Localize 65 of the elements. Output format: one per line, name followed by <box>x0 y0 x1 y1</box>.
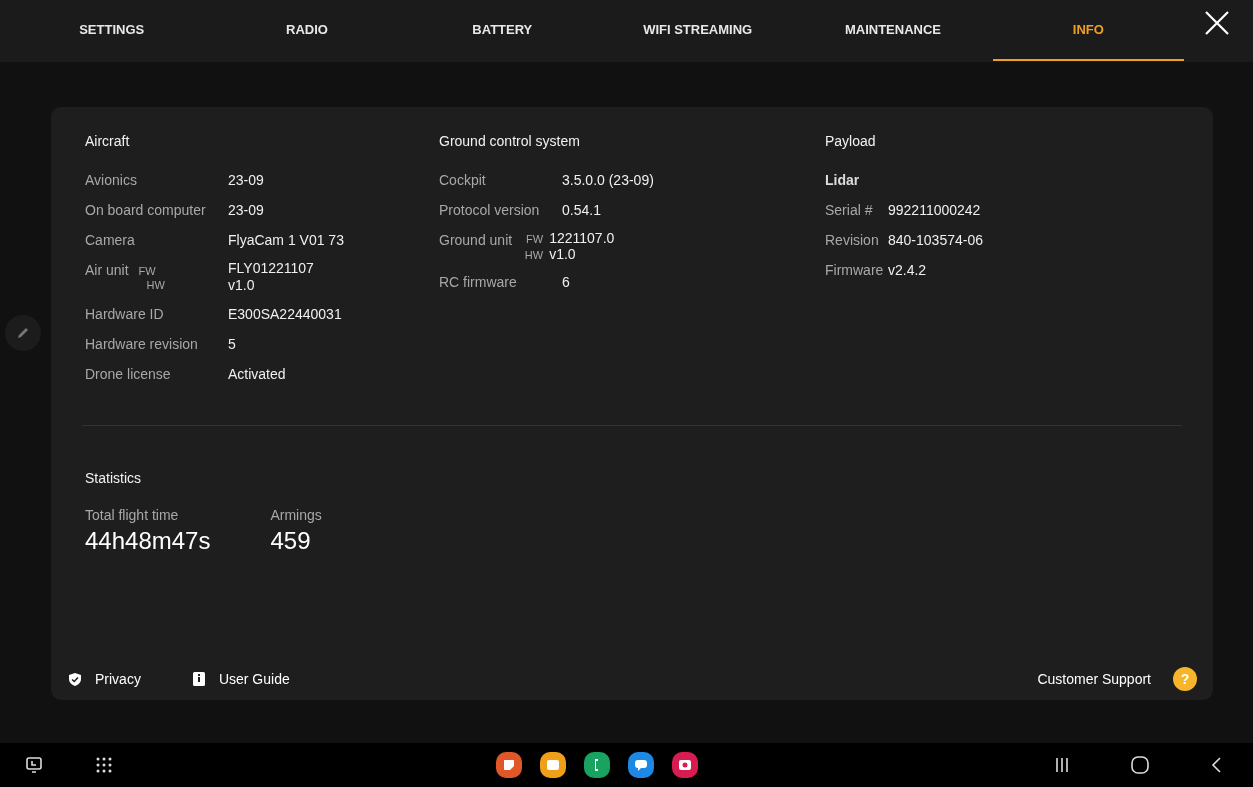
field-label: Protocol version <box>439 201 541 220</box>
payload-name: Lidar <box>825 171 860 190</box>
section-title: Ground control system <box>439 133 581 151</box>
field-value: 23-09 <box>228 201 264 220</box>
tab[interactable]: MAINTENANCE <box>797 0 989 61</box>
camera-app-icon[interactable] <box>672 752 698 778</box>
tab[interactable]: BATTERY <box>406 0 598 61</box>
sub-label: HW <box>145 278 166 292</box>
footer-link[interactable]: User Guide <box>218 671 290 687</box>
field-label: Drone license <box>85 365 172 384</box>
field-value: 840-103574-06 <box>888 231 983 250</box>
field-label: Hardware revision <box>85 335 199 354</box>
field-label: Hardware ID <box>85 305 165 324</box>
home-icon[interactable] <box>1131 756 1149 774</box>
section-title: Payload <box>825 133 877 151</box>
section-title: Aircraft <box>85 133 131 151</box>
field-label: Firmware <box>825 261 885 280</box>
tab[interactable]: WIFI STREAMING <box>602 0 794 61</box>
shield-icon <box>69 672 81 686</box>
field-value: v1.0 <box>549 246 576 262</box>
field-label: Cockpit <box>439 171 487 190</box>
stat-label: Total flight time <box>85 507 180 523</box>
stat-label: Armings <box>270 507 322 523</box>
field-value: 5 <box>228 335 236 354</box>
close-icon[interactable] <box>1204 10 1230 36</box>
footer-link[interactable]: Privacy <box>95 671 141 687</box>
footer-link[interactable]: Customer Support <box>1037 671 1151 687</box>
field-value: 6 <box>562 273 570 292</box>
book-icon <box>192 672 205 686</box>
tab[interactable]: SETTINGS <box>16 0 208 61</box>
recents-icon[interactable] <box>1055 757 1069 773</box>
field-label: On board computer <box>85 201 207 220</box>
field-label: Revision <box>825 231 880 250</box>
field-label: Avionics <box>85 171 138 190</box>
field-value: 0.54.1 <box>562 201 601 220</box>
field-label: RC firmware <box>439 273 518 292</box>
apps-grid-icon[interactable] <box>96 757 112 773</box>
field-value: v2.4.2 <box>888 261 927 280</box>
tab[interactable]: RADIO <box>211 0 403 61</box>
field-value: 3.5.0.0 (23-09) <box>562 171 654 190</box>
field-value: Activated <box>228 365 286 384</box>
field-value: v1.0 <box>228 277 256 294</box>
field-value: E300SA22440031 <box>228 305 342 324</box>
field-value: 1221107.0 <box>549 230 615 246</box>
folder-app-icon[interactable] <box>540 752 566 778</box>
field-label: Serial # <box>825 201 874 220</box>
sub-label: FW <box>525 232 544 246</box>
field-label: Camera <box>85 231 136 250</box>
back-icon[interactable] <box>1211 757 1221 773</box>
field-value: 23-09 <box>228 171 264 190</box>
tab[interactable]: INFO <box>992 0 1184 61</box>
field-label: Air unit <box>85 261 129 280</box>
section-title: Statistics <box>85 470 142 488</box>
screen-icon[interactable] <box>26 757 42 773</box>
field-value: FlyaCam 1 V01 73 <box>228 231 344 250</box>
field-value: FLY01221107 <box>228 260 314 277</box>
stat-value: 44h48m47s <box>85 527 211 555</box>
field-label: Ground unit <box>439 231 513 250</box>
sub-label: FW <box>138 264 157 278</box>
messages-app-icon[interactable] <box>628 752 654 778</box>
stat-value: 459 <box>270 527 312 555</box>
field-value: 992211000242 <box>888 201 981 220</box>
pencil-icon <box>16 326 30 340</box>
notes-app-icon[interactable] <box>496 752 522 778</box>
sub-label: HW <box>523 248 544 262</box>
